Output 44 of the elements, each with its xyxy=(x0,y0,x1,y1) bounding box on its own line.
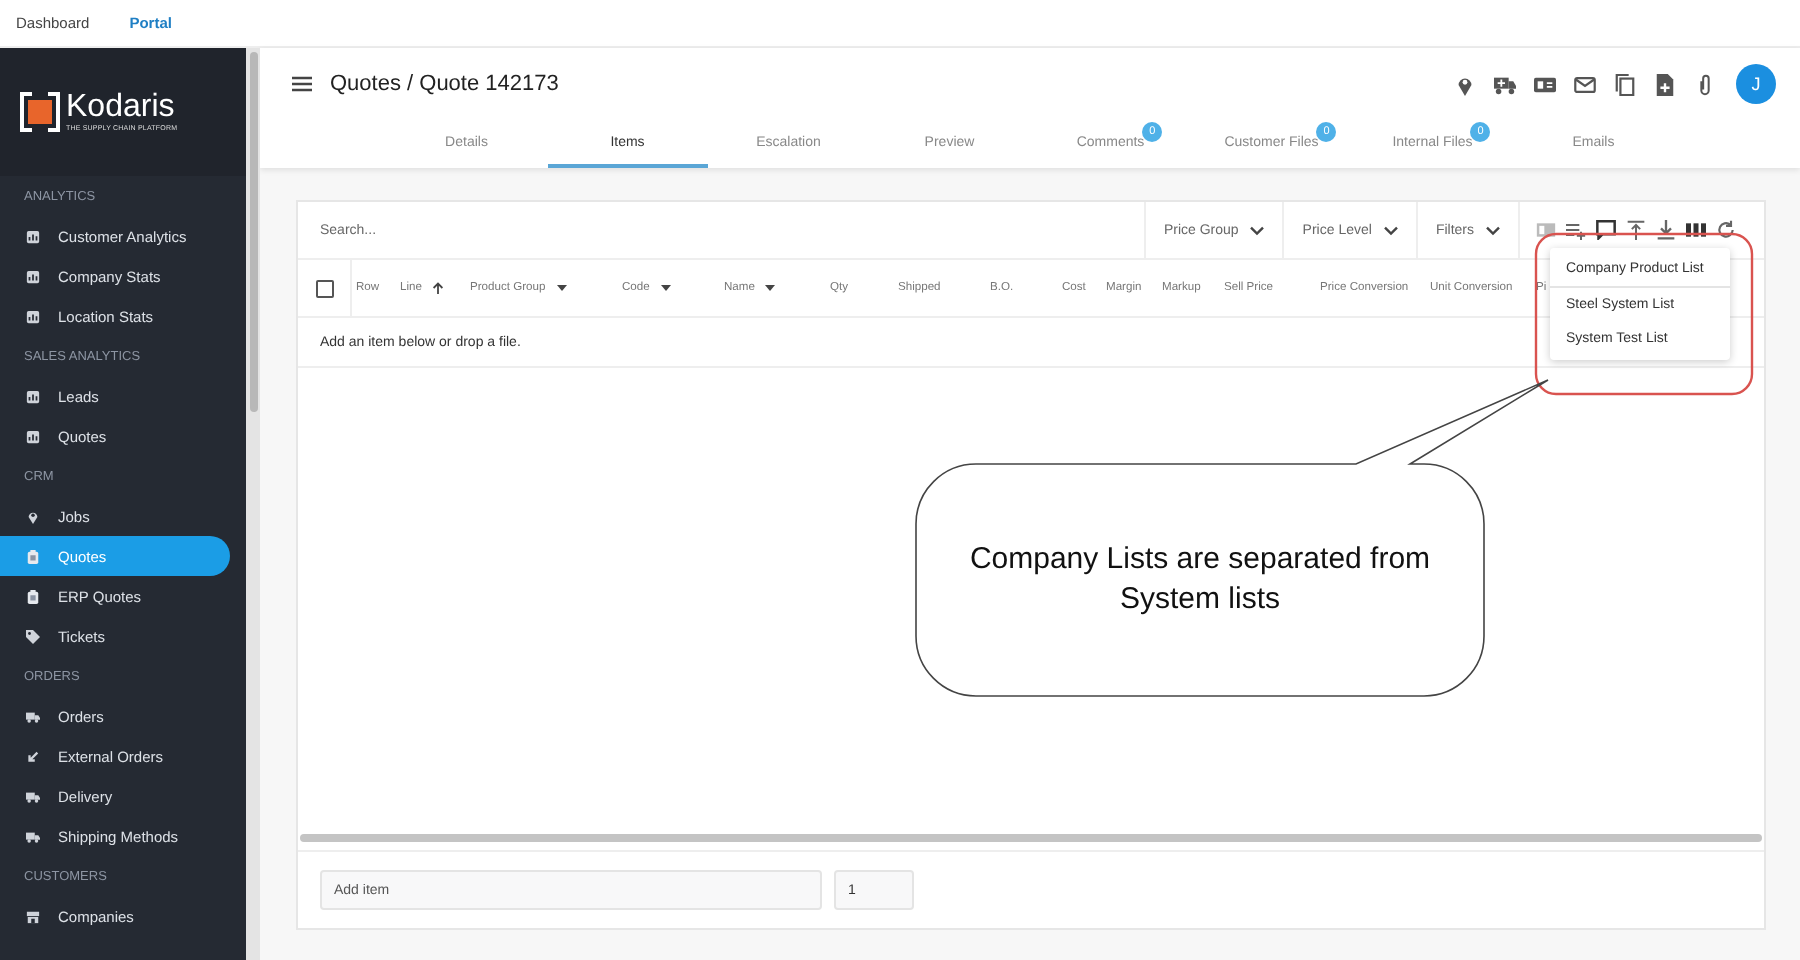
caret-icon xyxy=(659,282,672,294)
refresh-icon[interactable] xyxy=(1716,220,1736,240)
avatar[interactable]: J xyxy=(1736,64,1776,104)
download-icon[interactable] xyxy=(1656,220,1676,240)
money-card-icon[interactable] xyxy=(1534,73,1556,95)
chart-icon xyxy=(26,229,40,243)
list-add-icon[interactable] xyxy=(1566,220,1586,240)
paperclip-icon[interactable] xyxy=(1694,73,1716,95)
card-icon[interactable] xyxy=(1536,220,1556,240)
chevron-down-icon xyxy=(1383,225,1398,235)
truck-icon xyxy=(26,789,40,803)
scrollbar-thumb[interactable] xyxy=(249,52,257,412)
copy-icon[interactable] xyxy=(1614,73,1636,95)
caret-icon xyxy=(555,282,568,294)
truck-icon xyxy=(26,709,40,723)
align-top-icon[interactable] xyxy=(1626,220,1646,240)
chevron-down-icon xyxy=(1250,225,1265,235)
arrow-icon xyxy=(26,749,40,763)
chart-icon xyxy=(26,389,40,403)
pin-icon[interactable] xyxy=(1454,73,1476,95)
pin-icon xyxy=(26,509,40,523)
store-icon xyxy=(26,909,40,923)
menu-icon[interactable] xyxy=(292,76,312,92)
logo-icon xyxy=(20,92,60,132)
brand-name: Kodaris xyxy=(66,92,177,124)
truck-icon xyxy=(26,829,40,843)
checkbox[interactable] xyxy=(315,279,333,297)
chart-icon xyxy=(26,429,40,443)
columns-icon[interactable] xyxy=(1686,220,1706,240)
clipboard-icon xyxy=(26,589,40,603)
chart-icon xyxy=(26,269,40,283)
callout-text: Company Lists are separated from System lists xyxy=(967,540,1433,620)
mail-icon[interactable] xyxy=(1574,73,1596,95)
tag-icon xyxy=(26,629,40,643)
chart-icon xyxy=(26,309,40,323)
caret-icon xyxy=(764,282,777,294)
truck-plus-icon[interactable] xyxy=(1494,73,1516,95)
clipboard-icon xyxy=(26,549,40,563)
arrow-up-icon xyxy=(431,282,444,294)
chevron-down-icon xyxy=(1486,225,1500,235)
comment-icon[interactable] xyxy=(1596,220,1616,240)
page-title: Quotes / Quote 142173 xyxy=(330,72,561,96)
file-plus-icon[interactable] xyxy=(1654,73,1676,95)
scrollbar-thumb[interactable] xyxy=(300,834,1762,842)
